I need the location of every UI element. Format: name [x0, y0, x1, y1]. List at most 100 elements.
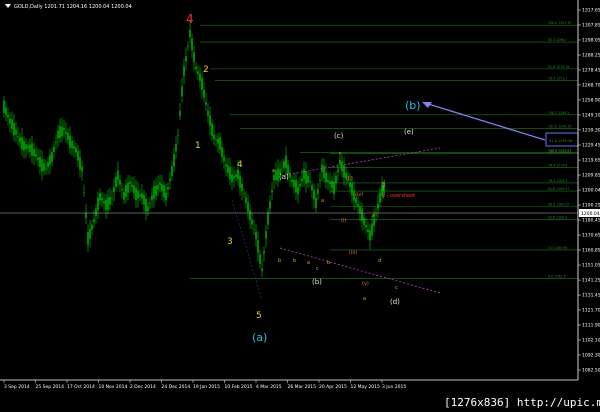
- candle-body: [227, 165, 229, 173]
- wave-label-iii: (iii): [349, 250, 357, 256]
- price-tick-label: 1219.65: [582, 158, 600, 164]
- wave-label-5: 5: [256, 311, 262, 321]
- candle-body: [133, 185, 135, 193]
- wave-label-b-major: (b): [405, 99, 421, 112]
- fib-level-label: 23.6 1180.9: [548, 215, 567, 219]
- time-tick-label: 17 Oct 2014: [67, 384, 95, 390]
- candle-body: [49, 155, 51, 165]
- candle-body: [149, 203, 151, 205]
- candle-body: [155, 185, 157, 196]
- candle-body: [361, 208, 363, 221]
- candle-body: [67, 132, 69, 141]
- candle-body: [161, 183, 163, 192]
- candle-body: [291, 179, 293, 183]
- candle-body: [141, 193, 143, 199]
- wave-label-ii: (ii): [346, 176, 353, 182]
- candle-body: [185, 56, 187, 62]
- candle-body: [319, 179, 321, 181]
- candle-body: [117, 170, 119, 181]
- candle-body: [109, 197, 111, 205]
- candle-body: [311, 185, 313, 191]
- candle-body: [135, 187, 137, 201]
- candle-body: [47, 161, 49, 167]
- candle-body: [11, 119, 13, 130]
- time-tick-label: 25 Sep 2014: [36, 384, 65, 390]
- chart-background: [0, 0, 600, 412]
- candle-body: [165, 193, 167, 201]
- candle-body: [69, 135, 71, 149]
- candle-body: [75, 147, 77, 153]
- candle-body: [239, 175, 241, 188]
- candle-body: [259, 254, 261, 265]
- wave-label-a-major: (a): [252, 331, 267, 344]
- candle-body: [53, 147, 55, 153]
- candle-body: [271, 190, 273, 193]
- candle-body: [243, 193, 245, 194]
- target-box-label: 61.8 1249.38: [549, 139, 572, 143]
- price-tick-label: 1239.30: [582, 127, 600, 133]
- sub-label-a3: a: [321, 198, 324, 204]
- fib-level-label: 100.0 1307.70: [548, 21, 571, 25]
- candle-body: [253, 228, 255, 230]
- candle-body: [289, 172, 291, 178]
- candle-body: [225, 164, 227, 167]
- candle-body: [121, 189, 123, 190]
- candle-body: [241, 183, 243, 192]
- sub-label-c2: c: [316, 266, 319, 272]
- candle-body: [29, 144, 31, 152]
- price-tick-label: 1278.45: [582, 68, 600, 74]
- sub-label-b4: b: [382, 182, 385, 188]
- price-tick-label: 1121.70: [582, 307, 600, 313]
- candle-body: [359, 206, 361, 214]
- candle-body: [129, 181, 131, 184]
- candle-body: [41, 159, 43, 172]
- wave-label-1: 1: [195, 141, 201, 151]
- price-tick-label: 1209.85: [582, 173, 600, 179]
- candle-body: [221, 147, 223, 157]
- candle-body: [183, 66, 185, 77]
- candle-body: [211, 123, 213, 136]
- candle-body: [57, 130, 59, 139]
- candle-body: [265, 230, 267, 239]
- time-tick-label: 24 Dec 2014: [162, 384, 191, 390]
- candle-body: [89, 228, 91, 239]
- candle-body: [313, 189, 315, 200]
- candle-body: [173, 154, 175, 167]
- candle-body: [193, 52, 195, 62]
- candle-body: [97, 197, 99, 210]
- candle-body: [181, 86, 183, 97]
- candle-body: [309, 180, 311, 182]
- price-chart[interactable]: GOLD,Daily 1201.71 1204.16 1200.04 1200.…: [0, 0, 600, 412]
- price-tick-label: 1317.65: [582, 8, 600, 14]
- price-tick-label: 1288.25: [582, 53, 600, 59]
- price-axis: 1317.65 1307.85 1298.05 1288.25 1278.45 1268.…: [577, 0, 600, 380]
- candle-body: [273, 175, 275, 181]
- candle-body: [231, 174, 233, 183]
- candle-body: [171, 166, 173, 177]
- candle-body: [87, 232, 89, 245]
- candle-body: [123, 192, 125, 200]
- candle-body: [299, 183, 301, 187]
- candle-body: [85, 212, 87, 218]
- candle-body: [191, 38, 193, 51]
- candle-body: [275, 170, 277, 181]
- candle-body: [247, 201, 249, 212]
- candle-body: [333, 181, 335, 194]
- price-tick-label: 1180.45: [582, 218, 600, 224]
- candle-body: [203, 89, 205, 98]
- sub-label-d4: d: [378, 258, 381, 264]
- candle-body: [167, 187, 169, 190]
- candle-body: [113, 187, 115, 193]
- price-tick-label: 1258.90: [582, 97, 600, 103]
- candle-body: [215, 139, 217, 140]
- price-tick-label: 1111.90: [582, 322, 600, 328]
- candle-body: [81, 166, 83, 172]
- fib-level-label: 61.8 1279.19: [548, 65, 569, 69]
- candle-body: [7, 115, 9, 118]
- price-tick-label: 1200.04: [582, 188, 600, 194]
- candle-body: [103, 200, 105, 204]
- candle-body: [213, 134, 215, 140]
- candle-body: [59, 126, 61, 139]
- candle-body: [153, 186, 155, 199]
- price-tick-label: 1131.45: [582, 293, 600, 299]
